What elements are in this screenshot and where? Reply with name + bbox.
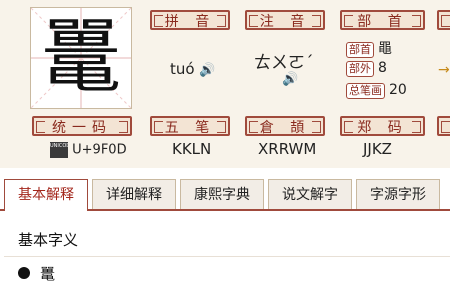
definition-item: 鼍	[40, 265, 56, 283]
extra-header	[437, 116, 450, 136]
wubi-value: KKLN	[172, 140, 212, 158]
zhengma-header: 郑 码	[340, 116, 425, 136]
strokes-value: 20	[389, 82, 407, 98]
character-info-panel: 鼍 拼 音 注 音 部 首 tuó 🔊 ㄊㄨㄛˊ 🔊 部首黽 部外 8 总笔画 20…	[0, 0, 450, 168]
strokes-label: 总笔画	[346, 83, 385, 99]
pinyin-value: tuó 🔊	[170, 60, 216, 78]
main-character: 鼍	[41, 11, 121, 104]
bushou-row: 部首黽	[346, 38, 392, 58]
strokes-row: 总笔画 20	[346, 82, 407, 99]
section-title: 基本字义	[18, 231, 79, 249]
cangjie-header: 倉 頡	[245, 116, 325, 136]
character-grid: 鼍	[30, 7, 132, 109]
arrow-icon: →	[438, 62, 450, 78]
speaker-icon[interactable]: 🔊	[199, 63, 215, 78]
zhengma-value: JJKZ	[363, 140, 392, 158]
cangjie-value: XRRWM	[258, 140, 317, 158]
zhuyin-value: ㄊㄨㄛˊ	[254, 53, 314, 73]
bushou-value[interactable]: 黽	[378, 41, 392, 57]
extra-header	[437, 10, 450, 30]
unicode-header: 统一码	[32, 116, 132, 136]
zhuyin-header: 注 音	[245, 10, 325, 30]
buwai-label: 部外	[346, 61, 374, 77]
tab-kangxi[interactable]: 康熙字典	[180, 179, 264, 209]
speaker-icon[interactable]: 🔊	[282, 72, 298, 87]
tab-basic[interactable]: 基本解释	[4, 179, 88, 211]
unicode-code: U+9F0D	[72, 142, 127, 158]
bullet-icon	[18, 267, 30, 279]
divider	[4, 256, 450, 257]
unicode-logo-icon: UNICODE	[50, 142, 68, 158]
pinyin-text: tuó	[170, 60, 195, 78]
buwai-value: 8	[378, 60, 387, 76]
bushou-label: 部首	[346, 42, 374, 58]
buwai-row: 部外 8	[346, 60, 387, 77]
bushou-header: 部 首	[340, 10, 425, 30]
tab-bar: 基本解释 详细解释 康熙字典 说文解字 字源字形	[0, 179, 450, 211]
pinyin-header: 拼 音	[150, 10, 230, 30]
wubi-header: 五 笔	[150, 116, 230, 136]
tab-detailed[interactable]: 详细解释	[92, 179, 176, 209]
unicode-value: UNICODE U+9F0D	[50, 142, 127, 158]
tab-ziyuan[interactable]: 字源字形	[356, 179, 440, 209]
tab-shuowen[interactable]: 说文解字	[268, 179, 352, 209]
